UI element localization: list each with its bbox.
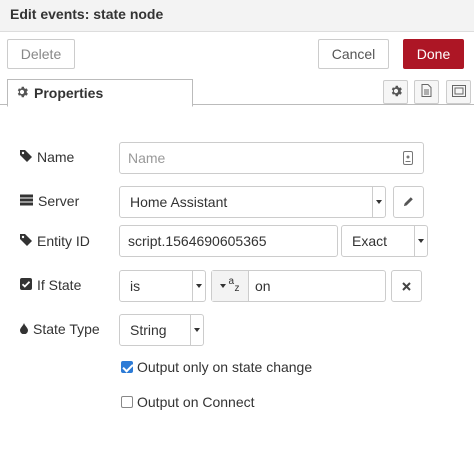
output-on-connect-checkbox[interactable] <box>121 396 133 408</box>
state-type-label: State Type <box>33 321 100 337</box>
state-type-select[interactable]: String <box>119 314 204 346</box>
contact-card-icon <box>403 151 413 168</box>
server-select[interactable]: Home Assistant <box>119 186 386 218</box>
server-icon <box>20 193 33 209</box>
edit-server-button[interactable] <box>393 186 424 218</box>
done-button[interactable]: Done <box>403 39 464 69</box>
entity-id-field[interactable]: script.1564690605365 <box>119 225 338 257</box>
tab-label: Properties <box>34 85 104 101</box>
entity-id-value: script.1564690605365 <box>128 233 267 249</box>
server-label-row: Server <box>20 192 79 210</box>
tint-icon <box>20 321 28 337</box>
name-field[interactable]: Name <box>119 142 424 174</box>
if-state-label-row: If State <box>20 276 81 294</box>
type-selector[interactable]: a z <box>212 271 249 301</box>
document-icon <box>421 84 432 100</box>
pencil-icon <box>403 194 414 210</box>
delete-button[interactable]: Delete <box>7 39 75 69</box>
if-state-value: on <box>255 278 271 294</box>
chevron-down-icon <box>219 284 226 288</box>
type-glyph-sub: z <box>234 283 240 294</box>
cancel-button[interactable]: Cancel <box>318 39 389 69</box>
if-state-operator-value: is <box>130 278 141 294</box>
dialog-title: Edit events: state node <box>10 6 164 22</box>
tab-properties[interactable]: Properties <box>7 79 193 107</box>
entity-id-match-value: Exact <box>352 233 388 249</box>
string-type-icon: a z <box>228 276 241 294</box>
name-label-row: Name <box>20 148 74 166</box>
name-label: Name <box>37 149 75 165</box>
server-label: Server <box>38 193 80 209</box>
name-placeholder: Name <box>128 150 166 166</box>
output-on-change-label: Output only on state change <box>137 359 313 375</box>
gear-icon <box>390 85 402 100</box>
tab-appearance-button[interactable] <box>446 80 471 104</box>
tag-icon <box>20 233 32 249</box>
frame-icon <box>451 84 466 100</box>
output-on-change-row[interactable]: Output only on state change <box>121 358 312 376</box>
clear-if-state-button[interactable] <box>391 270 422 302</box>
entity-id-label: Entity ID <box>37 233 90 249</box>
server-value: Home Assistant <box>130 194 228 210</box>
output-on-connect-row[interactable]: Output on Connect <box>121 393 255 411</box>
type-glyph: a <box>228 276 235 287</box>
close-icon <box>402 278 411 294</box>
chevron-down-icon <box>372 187 385 217</box>
if-state-value-field[interactable]: a z on <box>211 270 386 302</box>
chevron-down-icon <box>190 315 203 345</box>
if-state-label: If State <box>37 277 82 293</box>
entity-id-match-select[interactable]: Exact <box>341 225 428 257</box>
checkbox-icon <box>20 277 32 293</box>
entity-id-label-row: Entity ID <box>20 232 90 250</box>
state-type-value: String <box>130 322 167 338</box>
state-type-label-row: State Type <box>20 320 100 338</box>
if-state-operator-select[interactable]: is <box>119 270 206 302</box>
tag-icon <box>20 149 32 165</box>
tab-settings-button[interactable] <box>383 80 408 104</box>
chevron-down-icon <box>192 271 205 301</box>
tab-description-button[interactable] <box>414 80 439 104</box>
output-on-change-checkbox[interactable] <box>121 361 133 373</box>
chevron-down-icon <box>414 226 427 256</box>
output-on-connect-label: Output on Connect <box>137 394 255 410</box>
gear-icon <box>16 85 28 101</box>
